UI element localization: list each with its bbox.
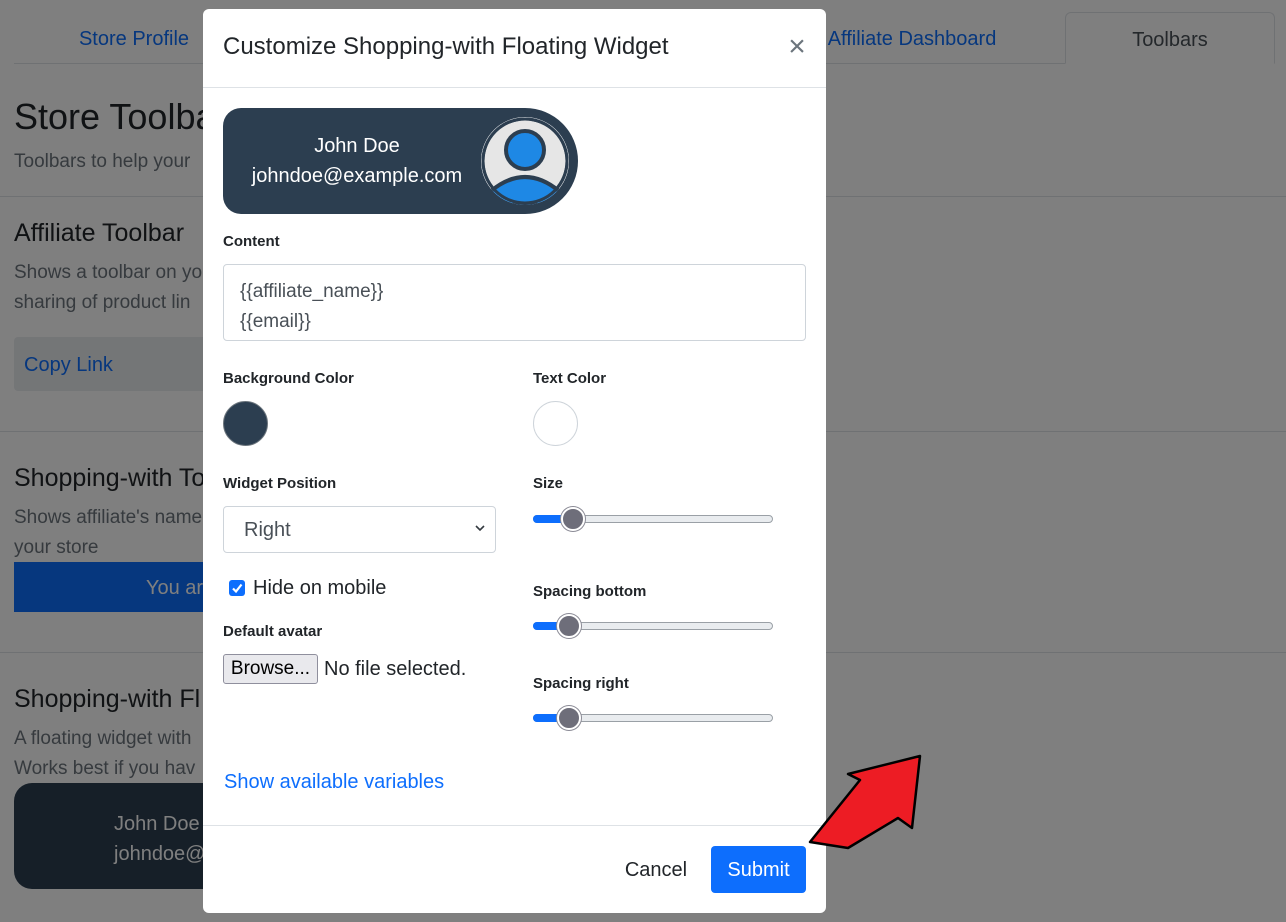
annotation-arrow-icon xyxy=(808,754,922,850)
widget-position-label: Widget Position xyxy=(223,475,337,492)
content-label: Content xyxy=(223,233,280,250)
browse-button[interactable]: Browse... xyxy=(223,654,318,684)
preview-name: John Doe xyxy=(314,135,400,157)
widget-position-select[interactable]: Right xyxy=(223,506,496,553)
modal-title: Customize Shopping-with Floating Widget xyxy=(223,33,669,60)
user-avatar-icon xyxy=(481,117,569,205)
hide-on-mobile-checkbox[interactable] xyxy=(229,580,245,596)
spacing-bottom-slider[interactable] xyxy=(533,614,773,638)
widget-position-value: Right xyxy=(244,519,291,541)
background-color-label: Background Color xyxy=(223,370,354,387)
close-icon[interactable]: × xyxy=(785,31,809,63)
text-color-picker[interactable] xyxy=(533,401,578,446)
size-slider[interactable] xyxy=(533,507,773,531)
checkmark-icon xyxy=(232,583,243,594)
preview-email: johndoe@example.com xyxy=(251,165,463,187)
hide-on-mobile-label[interactable]: Hide on mobile xyxy=(253,577,386,600)
file-status: No file selected. xyxy=(324,658,467,680)
modal-header: Customize Shopping-with Floating Widget … xyxy=(203,9,826,88)
default-avatar-label: Default avatar xyxy=(223,623,323,640)
spacing-bottom-label: Spacing bottom xyxy=(533,583,647,600)
submit-button[interactable]: Submit xyxy=(711,846,806,893)
chevron-down-icon xyxy=(475,525,485,532)
background-color-picker[interactable] xyxy=(223,401,268,446)
spacing-right-slider[interactable] xyxy=(533,706,773,730)
cancel-button[interactable]: Cancel xyxy=(613,847,699,894)
customize-widget-modal: Customize Shopping-with Floating Widget … xyxy=(203,9,826,913)
content-line: {{email}} xyxy=(240,311,311,332)
show-variables-link[interactable]: Show available variables xyxy=(224,771,444,794)
slider-thumb[interactable] xyxy=(556,706,581,730)
text-color-label: Text Color xyxy=(533,370,607,387)
widget-preview: John Doe johndoe@example.com xyxy=(223,108,578,214)
size-label: Size xyxy=(533,475,564,492)
slider-thumb[interactable] xyxy=(561,507,586,531)
content-line: {{affiliate_name}} xyxy=(240,281,384,302)
slider-thumb[interactable] xyxy=(556,614,581,638)
content-textarea[interactable]: {{affiliate_name}} {{email}} xyxy=(223,264,806,341)
modal-footer-divider xyxy=(203,825,826,826)
spacing-right-label: Spacing right xyxy=(533,675,629,692)
